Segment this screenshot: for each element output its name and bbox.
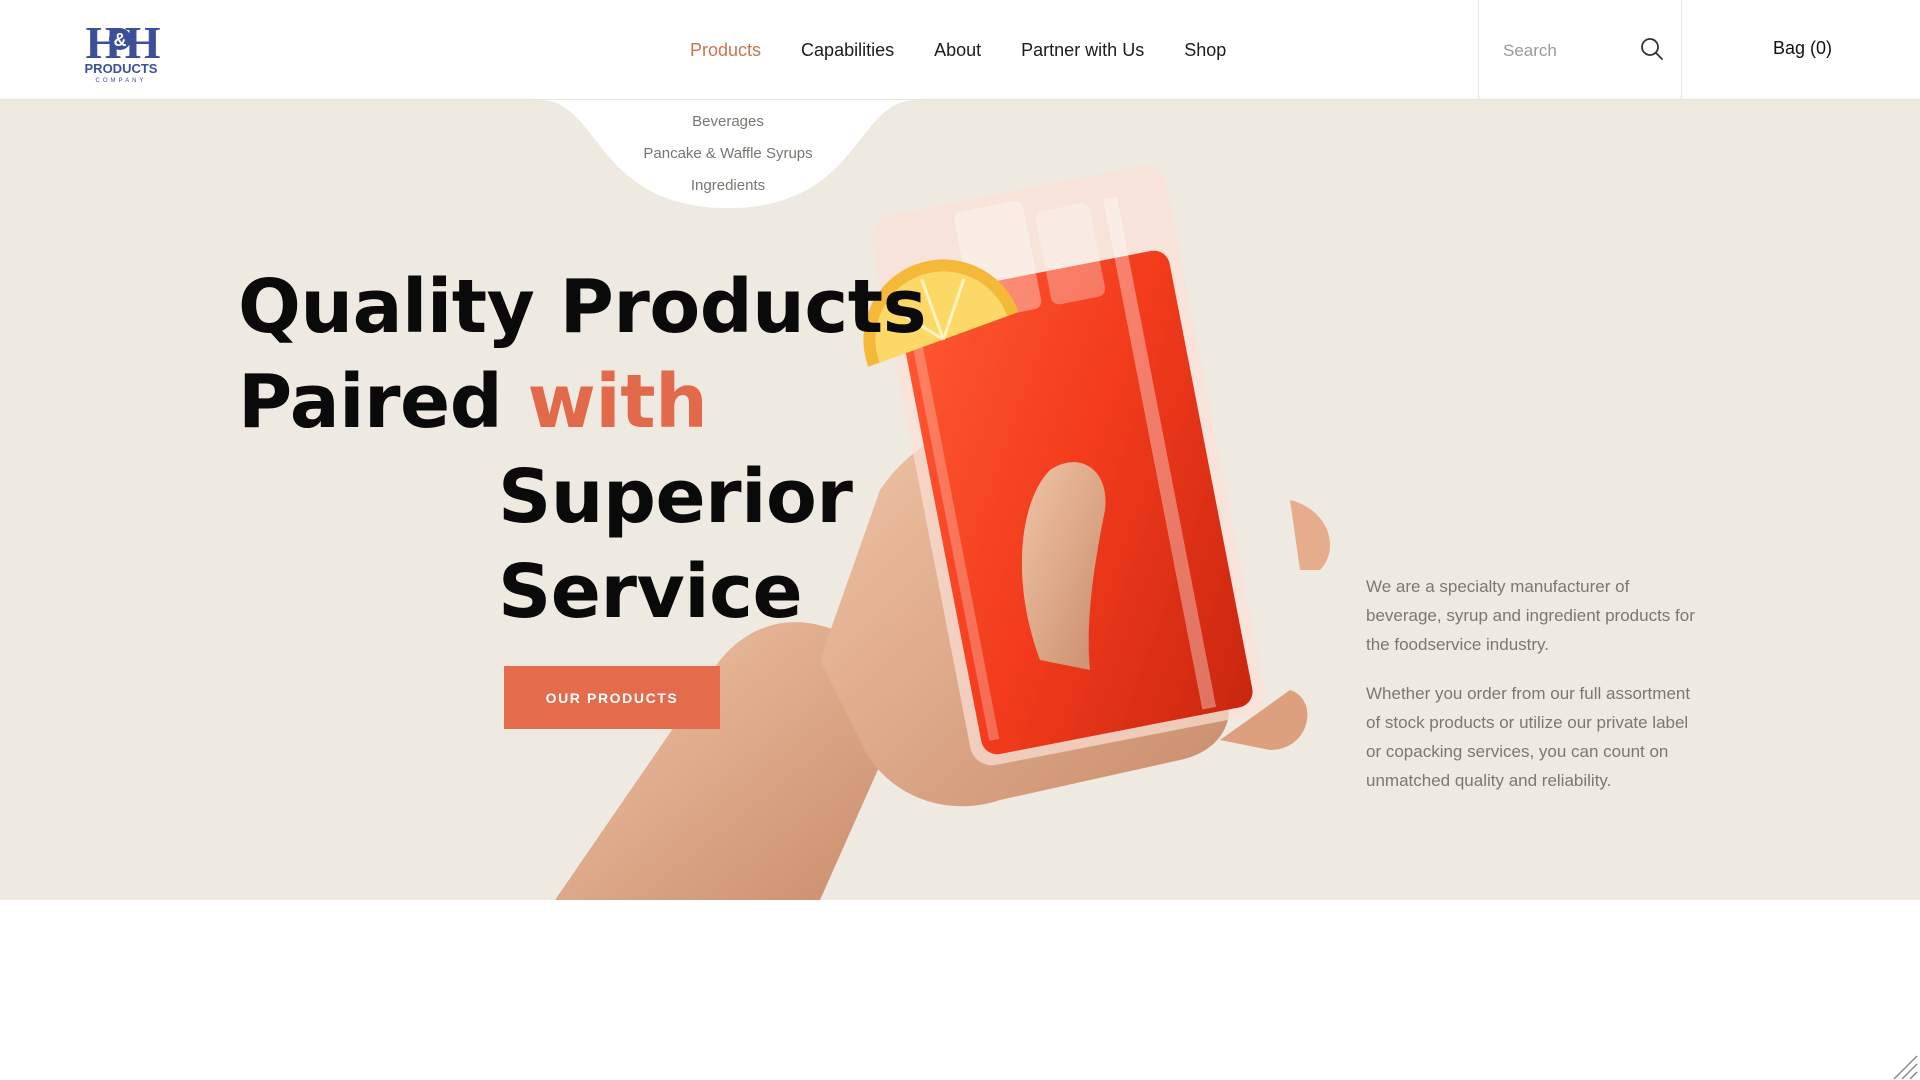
svg-text:COMPANY: COMPANY — [96, 78, 147, 84]
svg-text:PRODUCTS: PRODUCTS — [85, 61, 158, 76]
products-dropdown-menu: Beverages Pancake & Waffle Syrups Ingred… — [600, 100, 856, 202]
hero-headline: Quality Products Paired with Superior Se… — [238, 260, 958, 640]
our-products-button[interactable]: OUR PRODUCTS — [504, 666, 720, 729]
search-icon[interactable] — [1639, 36, 1665, 62]
shopping-bag-link[interactable]: Bag (0) — [1773, 38, 1832, 59]
resize-handle-icon[interactable] — [1890, 1052, 1918, 1080]
hero-section: Beverages Pancake & Waffle Syrups Ingred… — [0, 100, 1920, 900]
site-header: H H & PRODUCTS COMPANY Products Capabili… — [0, 0, 1920, 100]
headline-line-2: Paired with — [238, 355, 958, 450]
nav-about[interactable]: About — [934, 40, 981, 61]
nav-shop[interactable]: Shop — [1184, 40, 1226, 61]
about-blurb: We are a specialty manufacturer of bever… — [1366, 572, 1696, 815]
nav-capabilities[interactable]: Capabilities — [801, 40, 894, 61]
dropdown-item-beverages[interactable]: Beverages — [600, 106, 856, 138]
headline-line-3: Superior — [498, 454, 853, 540]
nav-products[interactable]: Products — [690, 40, 761, 61]
svg-text:&: & — [114, 30, 127, 50]
about-paragraph-1: We are a specialty manufacturer of bever… — [1366, 577, 1695, 654]
brand-logo[interactable]: H H & PRODUCTS COMPANY — [80, 18, 162, 84]
about-paragraph-2: Whether you order from our full assortme… — [1366, 684, 1691, 790]
headline-line-1: Quality Products — [238, 264, 927, 350]
search-box — [1478, 0, 1682, 100]
dropdown-item-pancake-waffle-syrups[interactable]: Pancake & Waffle Syrups — [600, 138, 856, 170]
headline-line-2-prefix: Paired — [238, 359, 528, 445]
headline-line-4: Service — [498, 549, 803, 635]
headline-accent-word: with — [527, 359, 708, 445]
dropdown-item-ingredients[interactable]: Ingredients — [600, 170, 856, 202]
search-input[interactable] — [1501, 36, 1635, 66]
logo-mark: H H & PRODUCTS COMPANY — [85, 18, 162, 84]
main-nav: Products Capabilities About Partner with… — [690, 0, 1226, 100]
nav-partner-with-us[interactable]: Partner with Us — [1021, 40, 1144, 61]
